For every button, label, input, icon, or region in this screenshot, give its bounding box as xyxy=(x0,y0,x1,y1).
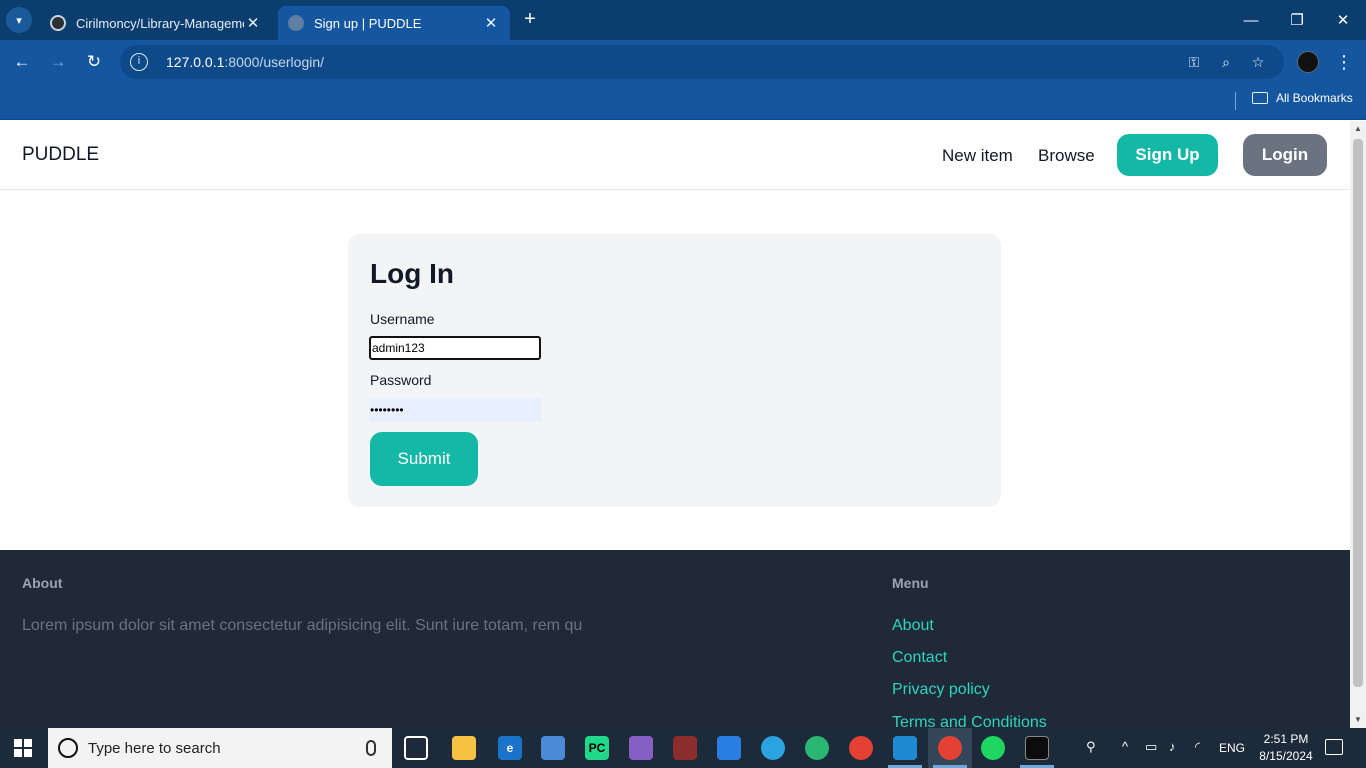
telegram-icon[interactable] xyxy=(761,736,785,760)
wifi-icon[interactable]: ◜ xyxy=(1195,739,1200,755)
vscode-icon[interactable] xyxy=(893,736,917,760)
signup-button[interactable]: Sign Up xyxy=(1117,134,1218,176)
restore-icon[interactable]: ❐ xyxy=(1274,0,1320,40)
windows-start-icon[interactable] xyxy=(14,739,32,757)
github-icon xyxy=(50,15,66,31)
people-icon[interactable]: ⚲ xyxy=(1086,739,1096,755)
scroll-thumb[interactable] xyxy=(1353,139,1363,687)
mail-icon[interactable] xyxy=(717,736,741,760)
scroll-up-arrow-icon[interactable]: ▲ xyxy=(1350,121,1366,137)
nav-browse-link[interactable]: Browse xyxy=(1038,146,1095,166)
password-input[interactable] xyxy=(369,398,541,422)
notifications-icon[interactable] xyxy=(1325,739,1343,755)
site-info-icon[interactable]: i xyxy=(130,53,148,71)
tray-chevron-up-icon[interactable]: ^ xyxy=(1122,739,1128,754)
login-button[interactable]: Login xyxy=(1243,134,1327,176)
clock-time: 2:51 PM xyxy=(1263,732,1309,746)
terminal-icon[interactable] xyxy=(1025,736,1049,760)
new-tab-plus-icon[interactable]: + xyxy=(518,8,542,32)
clock-date: 8/15/2024 xyxy=(1259,749,1313,763)
windows-taskbar: Type here to search e PC ⚲ ^ ▭ ♪ ◜ ENG 2… xyxy=(0,728,1366,768)
visual-studio-icon[interactable] xyxy=(629,736,653,760)
reload-icon[interactable]: ↻ xyxy=(81,49,107,75)
tab-search-chevron-icon[interactable]: ▾ xyxy=(6,7,32,33)
page-scrollbar[interactable]: ▲ ▼ xyxy=(1350,121,1366,728)
password-label: Password xyxy=(370,372,432,388)
username-input[interactable] xyxy=(369,336,541,360)
footer-menu-heading: Menu xyxy=(892,575,929,591)
username-label: Username xyxy=(370,311,435,327)
winrar-icon[interactable] xyxy=(673,736,697,760)
footer-link-privacy[interactable]: Privacy policy xyxy=(892,681,990,699)
key-icon[interactable]: ⚿ xyxy=(1184,52,1204,72)
all-bookmarks-label: All Bookmarks xyxy=(1276,91,1353,105)
taskbar-search-box[interactable]: Type here to search xyxy=(48,728,392,768)
zoom-icon[interactable]: ⌕ xyxy=(1216,52,1236,72)
tab-title: Cirilmoncy/Library-Management xyxy=(76,15,244,31)
folder-icon xyxy=(1252,92,1268,104)
store-icon[interactable] xyxy=(541,736,565,760)
tab-title: Sign up | PUDDLE xyxy=(314,15,422,31)
footer-link-contact[interactable]: Contact xyxy=(892,649,947,667)
site-navbar: PUDDLE New item Browse Sign Up Login xyxy=(0,121,1350,190)
back-arrow-icon[interactable]: ← xyxy=(9,49,35,75)
address-bar[interactable]: i 127.0.0.1:8000/userlogin/ ⚿ ⌕ ☆ xyxy=(120,45,1284,79)
login-card: Log In Username Password Submit xyxy=(348,234,1001,507)
internet-explorer-icon[interactable]: e xyxy=(498,736,522,760)
language-indicator[interactable]: ENG xyxy=(1219,741,1245,755)
pycharm-icon[interactable]: PC xyxy=(585,736,609,760)
more-menu-icon[interactable]: ⋮ xyxy=(1334,49,1354,75)
bookmarks-divider xyxy=(1235,92,1236,110)
footer-about-heading: About xyxy=(22,575,63,591)
cortana-circle-icon xyxy=(58,738,78,758)
footer-link-terms[interactable]: Terms and Conditions xyxy=(892,714,1047,728)
microphone-icon[interactable] xyxy=(366,740,376,756)
bookmark-star-icon[interactable]: ☆ xyxy=(1248,52,1268,72)
close-tab-icon[interactable]: ✕ xyxy=(482,14,500,32)
tab-puddle-signup[interactable]: Sign up | PUDDLE ✕ xyxy=(278,6,510,40)
browser-toolbar: ← → ↻ i 127.0.0.1:8000/userlogin/ ⚿ ⌕ ☆ … xyxy=(0,40,1366,84)
profile-avatar[interactable] xyxy=(1297,51,1319,73)
edge-icon[interactable] xyxy=(805,736,829,760)
url-text[interactable]: 127.0.0.1:8000/userlogin/ xyxy=(166,54,324,70)
submit-button[interactable]: Submit xyxy=(370,432,478,486)
globe-icon xyxy=(288,15,304,31)
forward-arrow-icon[interactable]: → xyxy=(45,49,71,75)
close-tab-icon[interactable]: ✕ xyxy=(244,14,262,32)
file-explorer-icon[interactable] xyxy=(452,736,476,760)
site-footer: About Lorem ipsum dolor sit amet consect… xyxy=(0,550,1350,728)
footer-link-about[interactable]: About xyxy=(892,617,934,635)
minimize-icon[interactable]: — xyxy=(1228,0,1274,40)
bookmarks-bar: All Bookmarks xyxy=(0,84,1366,120)
page-viewport: PUDDLE New item Browse Sign Up Login Log… xyxy=(0,121,1350,728)
brand-logo-link[interactable]: PUDDLE xyxy=(22,144,99,166)
chrome-active-icon[interactable] xyxy=(938,736,962,760)
taskbar-search-placeholder: Type here to search xyxy=(88,739,221,757)
system-clock[interactable]: 2:51 PM 8/15/2024 xyxy=(1256,731,1316,765)
footer-about-text: Lorem ipsum dolor sit amet consectetur a… xyxy=(22,617,583,634)
battery-icon[interactable]: ▭ xyxy=(1145,739,1157,755)
spotify-icon[interactable] xyxy=(981,736,1005,760)
volume-icon[interactable]: ♪ xyxy=(1169,739,1176,754)
login-title: Log In xyxy=(370,258,454,289)
chrome-icon[interactable] xyxy=(849,736,873,760)
browser-tab-bar: ▾ Cirilmoncy/Library-Management ✕ Sign u… xyxy=(0,0,1366,40)
task-view-icon[interactable] xyxy=(404,736,428,760)
scroll-down-arrow-icon[interactable]: ▼ xyxy=(1350,712,1366,728)
all-bookmarks-button[interactable]: All Bookmarks xyxy=(1252,91,1353,105)
nav-new-item-link[interactable]: New item xyxy=(942,146,1013,166)
close-window-icon[interactable]: ✕ xyxy=(1320,0,1366,40)
tab-github[interactable]: Cirilmoncy/Library-Management ✕ xyxy=(40,6,272,40)
